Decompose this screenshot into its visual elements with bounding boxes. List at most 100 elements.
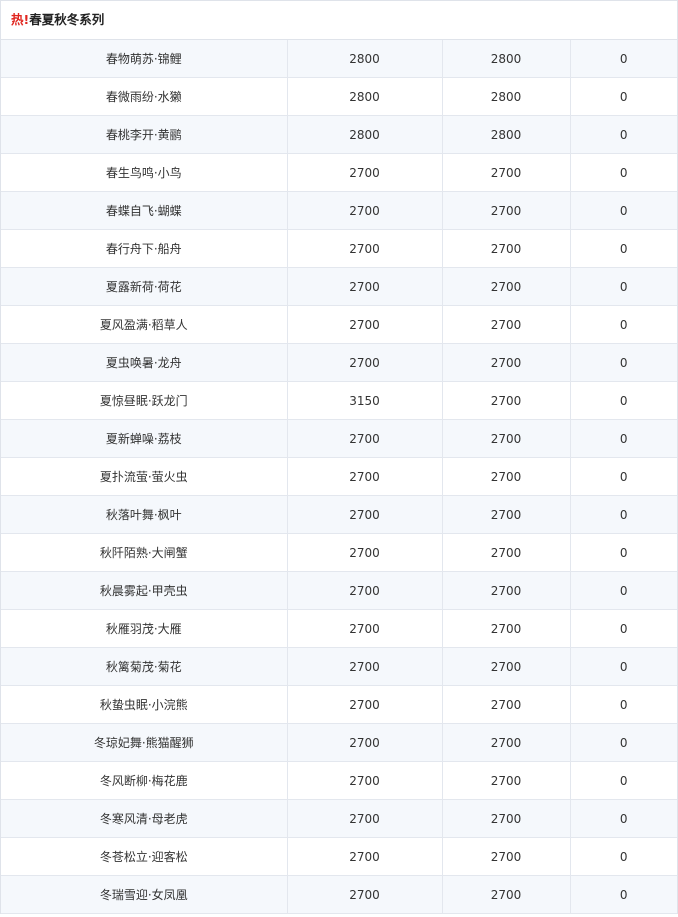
table-row: 秋雁羽茂·大雁 2700 2700 0 — [1, 609, 677, 648]
item-name-cell: 夏惊昼眠·跃龙门 — [1, 381, 288, 420]
count-cell: 0 — [570, 799, 677, 838]
price-b-cell: 2700 — [442, 457, 571, 496]
item-name-cell: 秋蛰虫眠·小浣熊 — [1, 685, 288, 724]
table-row: 春桃李开·黄鹂 2800 2800 0 — [1, 115, 677, 154]
item-name-cell: 夏新蝉噪·荔枝 — [1, 419, 288, 458]
item-name-cell: 冬风断柳·梅花鹿 — [1, 761, 288, 800]
price-b-cell: 2700 — [442, 799, 571, 838]
price-a-cell: 2700 — [287, 267, 443, 306]
table-row: 春行舟下·船舟 2700 2700 0 — [1, 229, 677, 268]
table-row: 冬苍松立·迎客松 2700 2700 0 — [1, 837, 677, 876]
item-name-cell: 秋篱菊茂·菊花 — [1, 647, 288, 686]
price-a-cell: 2700 — [287, 723, 443, 762]
table-row: 夏露新荷·荷花 2700 2700 0 — [1, 267, 677, 306]
count-cell: 0 — [570, 647, 677, 686]
price-a-cell: 2700 — [287, 495, 443, 534]
price-a-cell: 2700 — [287, 191, 443, 230]
price-b-cell: 2700 — [442, 685, 571, 724]
price-a-cell: 2700 — [287, 343, 443, 382]
price-b-cell: 2700 — [442, 533, 571, 572]
price-b-cell: 2700 — [442, 571, 571, 610]
table-row: 夏惊昼眠·跃龙门 3150 2700 0 — [1, 381, 677, 420]
item-name-cell: 春微雨纷·水獭 — [1, 77, 288, 116]
price-b-cell: 2700 — [442, 837, 571, 876]
count-cell: 0 — [570, 837, 677, 876]
price-a-cell: 2800 — [287, 77, 443, 116]
price-b-cell: 2700 — [442, 647, 571, 686]
count-cell: 0 — [570, 723, 677, 762]
item-name-cell: 冬苍松立·迎客松 — [1, 837, 288, 876]
section-title: 春夏秋冬系列 — [29, 12, 105, 27]
count-cell: 0 — [570, 115, 677, 154]
table-body: 春物萌苏·锦鲤 2800 2800 0 春微雨纷·水獭 2800 2800 0 春桃李开·黄鹂 2… — [1, 40, 677, 914]
table-row: 秋篱菊茂·菊花 2700 2700 0 — [1, 647, 677, 686]
price-b-cell: 2700 — [442, 761, 571, 800]
item-name-cell: 春行舟下·船舟 — [1, 229, 288, 268]
price-a-cell: 2700 — [287, 761, 443, 800]
table-row: 秋阡陌熟·大闸蟹 2700 2700 0 — [1, 533, 677, 572]
table-row: 夏虫唤暑·龙舟 2700 2700 0 — [1, 343, 677, 382]
price-b-cell: 2800 — [442, 40, 571, 78]
table-row: 冬琼妃舞·熊猫醒狮 2700 2700 0 — [1, 723, 677, 762]
count-cell: 0 — [570, 305, 677, 344]
price-b-cell: 2700 — [442, 153, 571, 192]
item-name-cell: 夏虫唤暑·龙舟 — [1, 343, 288, 382]
price-b-cell: 2700 — [442, 609, 571, 648]
count-cell: 0 — [570, 495, 677, 534]
price-table-panel: 热!春夏秋冬系列 春物萌苏·锦鲤 2800 2800 0 春微雨纷·水獭 2800 2800… — [0, 0, 678, 914]
count-cell: 0 — [570, 191, 677, 230]
count-cell: 0 — [570, 40, 677, 78]
table-row: 秋蛰虫眠·小浣熊 2700 2700 0 — [1, 685, 677, 724]
price-a-cell: 2700 — [287, 609, 443, 648]
price-b-cell: 2700 — [442, 723, 571, 762]
price-b-cell: 2700 — [442, 229, 571, 268]
item-name-cell: 冬瑞雪迎·女凤凰 — [1, 875, 288, 914]
hot-badge: 热! — [11, 12, 30, 27]
count-cell: 0 — [570, 343, 677, 382]
count-cell: 0 — [570, 571, 677, 610]
table-row: 秋落叶舞·枫叶 2700 2700 0 — [1, 495, 677, 534]
price-a-cell: 2700 — [287, 457, 443, 496]
price-a-cell: 2700 — [287, 685, 443, 724]
count-cell: 0 — [570, 609, 677, 648]
item-name-cell: 夏扑流萤·萤火虫 — [1, 457, 288, 496]
count-cell: 0 — [570, 381, 677, 420]
price-a-cell: 2700 — [287, 229, 443, 268]
count-cell: 0 — [570, 875, 677, 914]
table-row: 秋晨雾起·甲壳虫 2700 2700 0 — [1, 571, 677, 610]
table-row: 冬风断柳·梅花鹿 2700 2700 0 — [1, 761, 677, 800]
table-row: 春蝶自飞·蝴蝶 2700 2700 0 — [1, 191, 677, 230]
table-row: 冬瑞雪迎·女凤凰 2700 2700 0 — [1, 875, 677, 914]
price-a-cell: 2700 — [287, 875, 443, 914]
price-a-cell: 2700 — [287, 305, 443, 344]
table-row: 春物萌苏·锦鲤 2800 2800 0 — [1, 40, 677, 78]
price-b-cell: 2700 — [442, 191, 571, 230]
price-b-cell: 2700 — [442, 495, 571, 534]
section-header: 热!春夏秋冬系列 — [1, 1, 677, 40]
count-cell: 0 — [570, 457, 677, 496]
item-name-cell: 秋晨雾起·甲壳虫 — [1, 571, 288, 610]
table-row: 夏扑流萤·萤火虫 2700 2700 0 — [1, 457, 677, 496]
item-name-cell: 秋雁羽茂·大雁 — [1, 609, 288, 648]
price-a-cell: 2700 — [287, 647, 443, 686]
count-cell: 0 — [570, 153, 677, 192]
count-cell: 0 — [570, 761, 677, 800]
count-cell: 0 — [570, 267, 677, 306]
price-b-cell: 2700 — [442, 875, 571, 914]
table-row: 夏风盈满·稻草人 2700 2700 0 — [1, 305, 677, 344]
price-b-cell: 2700 — [442, 381, 571, 420]
item-name-cell: 夏露新荷·荷花 — [1, 267, 288, 306]
table-row: 夏新蝉噪·荔枝 2700 2700 0 — [1, 419, 677, 458]
table-row: 春微雨纷·水獭 2800 2800 0 — [1, 77, 677, 116]
item-name-cell: 冬寒风清·母老虎 — [1, 799, 288, 838]
price-a-cell: 2700 — [287, 571, 443, 610]
item-name-cell: 夏风盈满·稻草人 — [1, 305, 288, 344]
price-a-cell: 2700 — [287, 153, 443, 192]
count-cell: 0 — [570, 419, 677, 458]
price-b-cell: 2800 — [442, 115, 571, 154]
item-name-cell: 春蝶自飞·蝴蝶 — [1, 191, 288, 230]
price-b-cell: 2700 — [442, 343, 571, 382]
item-name-cell: 春生鸟鸣·小鸟 — [1, 153, 288, 192]
price-a-cell: 3150 — [287, 381, 443, 420]
price-a-cell: 2800 — [287, 40, 443, 78]
